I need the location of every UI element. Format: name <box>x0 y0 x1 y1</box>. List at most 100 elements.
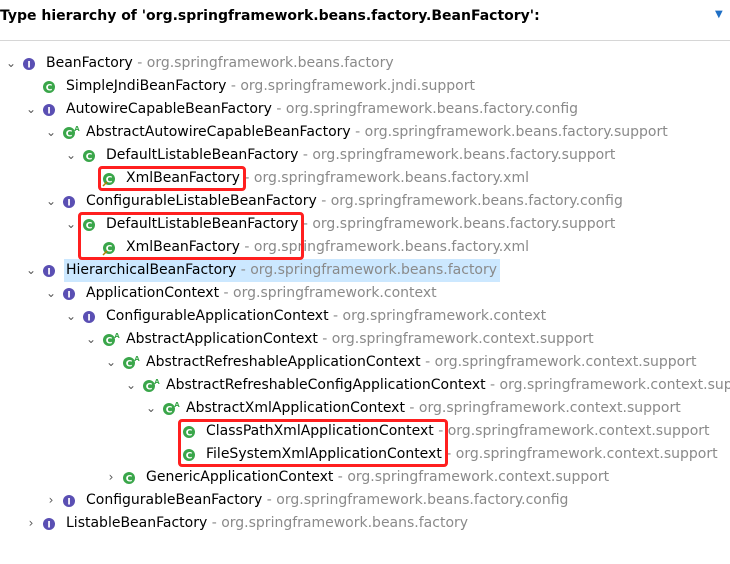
tree-row[interactable]: C ClassPathXmlApplicationContext - org.sp… <box>0 420 730 443</box>
collapse-chevron-icon[interactable]: › <box>24 512 38 535</box>
hierarchy-header: Type hierarchy of 'org.springframework.b… <box>0 0 730 41</box>
interface-icon: I <box>62 493 78 509</box>
svg-text:I: I <box>67 498 70 508</box>
expand-chevron-icon[interactable]: ⌄ <box>64 305 78 328</box>
tree-row[interactable]: C XmlBeanFactory - org.springframework.be… <box>0 167 730 190</box>
svg-text:C: C <box>106 245 113 255</box>
tree-row[interactable]: C SimpleJndiBeanFactory - org.springframe… <box>0 75 730 98</box>
package-separator: - <box>317 331 332 347</box>
tree-row[interactable]: ⌄ I ApplicationContext - org.springframewo… <box>0 282 730 305</box>
type-name: FileSystemXmlApplicationContext <box>206 446 442 462</box>
type-name: AbstractApplicationContext <box>126 331 318 347</box>
expand-chevron-icon[interactable]: ⌄ <box>24 98 38 121</box>
type-name: AbstractRefreshableApplicationContext <box>146 354 421 370</box>
tree-row[interactable]: ⌄ I HierarchicalBeanFactory - org.springfr… <box>0 259 730 282</box>
expand-chevron-icon[interactable]: ⌄ <box>44 282 58 305</box>
tree-row[interactable]: ⌄ C A AbstractXmlApplicationContext - org.s… <box>0 397 730 420</box>
expand-chevron-icon[interactable]: ⌄ <box>124 374 138 397</box>
abstract-class-icon: CA <box>162 401 180 417</box>
tree-row[interactable]: ⌄ C DefaultListableBeanFactory - org.sprin… <box>0 213 730 236</box>
tree-row[interactable]: C FileSystemXmlApplicationContext - org.s… <box>0 443 730 466</box>
hierarchy-title: Type hierarchy of 'org.springframework.b… <box>0 8 540 24</box>
tree-row[interactable]: ⌄ C A AbstractApplicationContext - org.spri… <box>0 328 730 351</box>
expand-chevron-icon[interactable]: ⌄ <box>64 144 78 167</box>
type-name: ConfigurableApplicationContext <box>106 308 329 324</box>
tree-row-label: SimpleJndiBeanFactory - org.springframew… <box>64 75 478 98</box>
tree-row[interactable]: › I ListableBeanFactory - org.springframew… <box>0 512 730 535</box>
tree-row[interactable]: ⌄ C DefaultListableBeanFactory - org.sprin… <box>0 144 730 167</box>
package-name: org.springframework.context.support <box>331 331 594 347</box>
tree-row[interactable]: ⌄ C A AbstractRefreshableApplicationContext… <box>0 351 730 374</box>
abstract-class-icon: CA <box>102 332 120 348</box>
package-name: org.springframework.jndi.support <box>240 78 475 94</box>
tree-row[interactable]: ⌄ I AutowireCapableBeanFactory - org.sprin… <box>0 98 730 121</box>
collapse-chevron-icon[interactable]: › <box>44 489 58 512</box>
abstract-class-icon: CA <box>62 125 80 141</box>
tree-row-label: AbstractXmlApplicationContext - org.spri… <box>184 397 684 420</box>
tree-row[interactable]: › I ConfigurableBeanFactory - org.springfr… <box>0 489 730 512</box>
tree-row-label: GenericApplicationContext - org.springfr… <box>144 466 612 489</box>
package-name: org.springframework.context.support <box>434 354 697 370</box>
type-name: BeanFactory <box>46 55 133 71</box>
package-separator: - <box>328 308 343 324</box>
type-hierarchy-tree: ⌄ I BeanFactory - org.springframework.bean… <box>0 52 730 552</box>
expand-chevron-icon[interactable]: ⌄ <box>4 52 18 75</box>
expand-chevron-icon[interactable]: ⌄ <box>24 259 38 282</box>
deprecated-class-icon: C <box>102 240 118 256</box>
tree-row[interactable]: › C GenericApplicationContext - org.spring… <box>0 466 730 489</box>
package-separator: - <box>298 216 313 232</box>
svg-text:A: A <box>134 355 140 363</box>
package-separator: - <box>236 262 251 278</box>
tree-row[interactable]: ⌄ C A AbstractAutowireCapableBeanFactory - … <box>0 121 730 144</box>
tree-row-label: AbstractRefreshableApplicationContext - … <box>144 351 699 374</box>
abstract-class-icon: CA <box>142 378 160 394</box>
collapse-chevron-icon[interactable]: › <box>104 466 118 489</box>
expand-chevron-icon[interactable]: ⌄ <box>44 190 58 213</box>
tree-row-label: HierarchicalBeanFactory - org.springfram… <box>64 259 501 282</box>
type-name: XmlBeanFactory <box>126 239 240 255</box>
package-name: org.springframework.beans.factory.suppor… <box>312 147 616 163</box>
tree-row[interactable]: ⌄ I ConfigurableListableBeanFactory - org.… <box>0 190 730 213</box>
svg-text:C: C <box>146 383 153 393</box>
svg-text:C: C <box>126 475 133 485</box>
svg-text:I: I <box>87 314 90 324</box>
package-separator: - <box>239 239 254 255</box>
expand-chevron-icon[interactable]: ⌄ <box>84 328 98 351</box>
svg-text:I: I <box>47 107 50 117</box>
expand-chevron-icon[interactable]: ⌄ <box>44 121 58 144</box>
tree-row[interactable]: C XmlBeanFactory - org.springframework.be… <box>0 236 730 259</box>
package-separator: - <box>485 377 500 393</box>
package-name: org.springframework.beans.factory.suppor… <box>364 124 668 140</box>
package-separator: - <box>262 492 277 508</box>
interface-icon: I <box>42 516 58 532</box>
package-separator: - <box>420 354 435 370</box>
package-name: org.springframework.context.support <box>418 400 681 416</box>
expand-chevron-icon[interactable]: ⌄ <box>104 351 118 374</box>
type-name: HierarchicalBeanFactory <box>66 262 237 278</box>
tree-row-label: BeanFactory - org.springframework.beans.… <box>44 52 397 75</box>
package-name: org.springframework.beans.factory <box>250 262 498 278</box>
package-separator: - <box>333 469 348 485</box>
interface-icon: I <box>42 263 58 279</box>
tree-row[interactable]: ⌄ C A AbstractRefreshableConfigApplicationC… <box>0 374 730 397</box>
expand-chevron-icon[interactable]: ⌄ <box>64 213 78 236</box>
type-name: AbstractRefreshableConfigApplicationCont… <box>166 377 486 393</box>
interface-icon: I <box>62 194 78 210</box>
package-name: org.springframework.beans.factory.xml <box>253 170 529 186</box>
package-name: org.springframework.beans.factory <box>221 515 469 531</box>
svg-text:A: A <box>154 378 160 386</box>
tree-row[interactable]: ⌄ I ConfigurableApplicationContext - org.s… <box>0 305 730 328</box>
tree-row-label: DefaultListableBeanFactory - org.springf… <box>104 144 618 167</box>
class-icon: C <box>42 79 58 95</box>
type-name: ConfigurableBeanFactory <box>86 492 263 508</box>
tree-row-label: AutowireCapableBeanFactory - org.springf… <box>64 98 581 121</box>
type-name: AutowireCapableBeanFactory <box>66 101 272 117</box>
type-name: AbstractXmlApplicationContext <box>186 400 405 416</box>
tree-row[interactable]: ⌄ I BeanFactory - org.springframework.bean… <box>0 52 730 75</box>
tree-row-label: AbstractAutowireCapableBeanFactory - org… <box>84 121 671 144</box>
tree-row-label: DefaultListableBeanFactory - org.springf… <box>104 213 618 236</box>
package-name: org.springframework.beans.factory.config <box>285 101 579 117</box>
svg-text:C: C <box>86 153 93 163</box>
expand-chevron-icon[interactable]: ⌄ <box>144 397 158 420</box>
view-menu-chevron-icon[interactable]: ▼ <box>715 9 723 20</box>
